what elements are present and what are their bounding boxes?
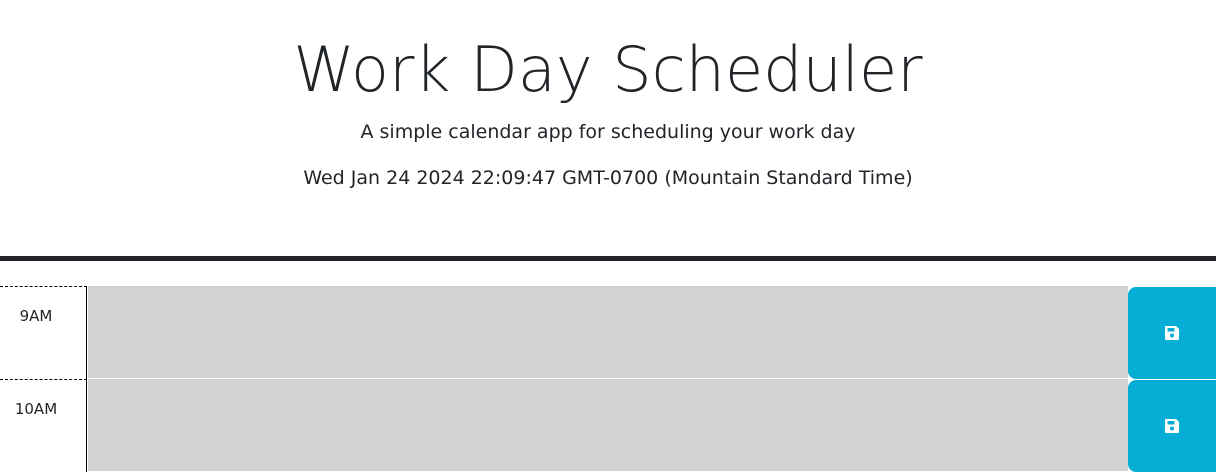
event-description-input[interactable] xyxy=(88,286,1128,379)
event-description-input[interactable] xyxy=(88,379,1128,472)
page-title: Work Day Scheduler xyxy=(293,33,923,106)
time-block-list: 9AM 10AM xyxy=(0,286,1216,472)
current-day: Wed Jan 24 2024 22:09:47 GMT-0700 (Mount… xyxy=(303,167,913,189)
hour-label: 9AM xyxy=(0,286,87,379)
save-button[interactable] xyxy=(1128,287,1216,379)
hour-label: 10AM xyxy=(0,379,87,472)
time-block-row: 10AM xyxy=(0,379,1216,472)
time-block-row: 9AM xyxy=(0,286,1216,379)
save-button[interactable] xyxy=(1128,380,1216,472)
floppy-disk-icon xyxy=(1165,419,1179,433)
header: Work Day Scheduler A simple calendar app… xyxy=(0,0,1216,261)
floppy-disk-icon xyxy=(1165,326,1179,340)
page-subtitle: A simple calendar app for scheduling you… xyxy=(360,121,856,143)
